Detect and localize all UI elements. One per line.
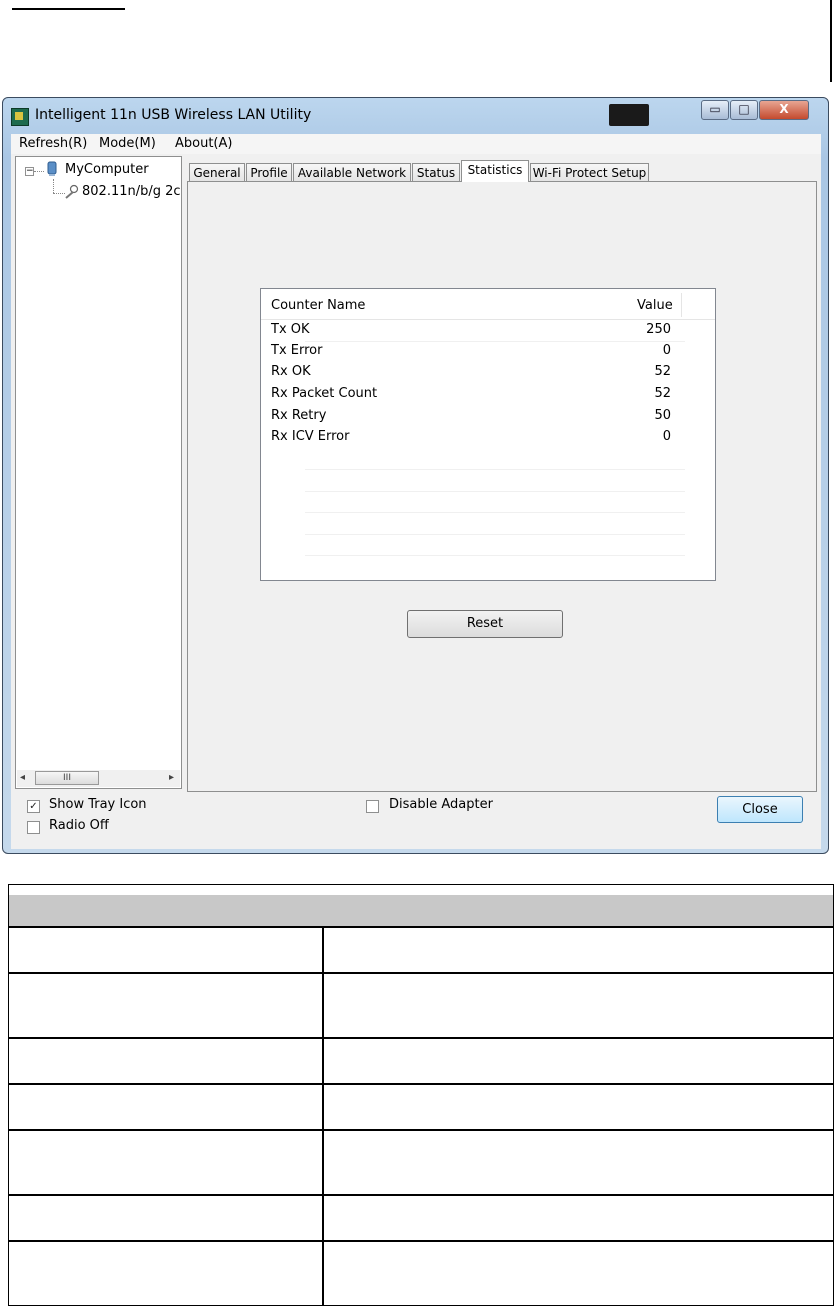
show-tray-icon-checkbox[interactable]: ✓	[27, 800, 40, 813]
window-client-area: Refresh(R) Mode(M) About(A) − MyComputer…	[11, 134, 821, 849]
table-header: Counter Name Value	[261, 289, 715, 320]
scroll-left-icon[interactable]: ◂	[20, 772, 25, 783]
counter-name: Tx Error	[271, 343, 323, 358]
counter-name: Rx Retry	[271, 408, 327, 423]
row-divider	[305, 534, 685, 535]
tab-wifi-protect-setup[interactable]: Wi-Fi Protect Setup	[530, 163, 649, 182]
counter-value: 0	[662, 343, 671, 358]
tree-connector	[34, 171, 44, 172]
disable-adapter-checkbox[interactable]	[366, 800, 379, 813]
maximize-button[interactable]: □	[730, 100, 758, 120]
tab-profile[interactable]: Profile	[246, 163, 292, 182]
tree-connector	[53, 179, 54, 193]
counter-value: 50	[654, 408, 671, 423]
table-row[interactable]: Rx OK 52	[261, 362, 715, 383]
row-divider	[305, 469, 685, 470]
table-row[interactable]: Tx OK 250	[261, 320, 715, 341]
table-header-band	[9, 895, 833, 927]
counter-name: Rx OK	[271, 364, 311, 379]
table-row[interactable]: Rx Packet Count 52	[261, 384, 715, 405]
tab-status[interactable]: Status	[412, 163, 460, 182]
collapse-icon[interactable]: −	[25, 167, 34, 176]
counter-name: Tx OK	[271, 322, 310, 337]
counter-value: 0	[662, 429, 671, 444]
titlebar-artifact	[609, 104, 649, 126]
minimize-button[interactable]: ▭	[701, 100, 729, 120]
counter-value: 52	[654, 386, 671, 401]
table-rule	[9, 1037, 833, 1039]
row-divider	[305, 512, 685, 513]
page-edge-rule	[830, 0, 832, 82]
window-title: Intelligent 11n USB Wireless LAN Utility	[35, 107, 312, 123]
counter-value: 250	[646, 322, 671, 337]
menu-mode[interactable]: Mode(M)	[99, 136, 156, 151]
table-rule	[9, 1083, 833, 1085]
disable-adapter-label[interactable]: Disable Adapter	[389, 797, 493, 812]
menu-about[interactable]: About(A)	[175, 136, 232, 151]
tree-item-adapter[interactable]: 802.11n/b/g 2c	[82, 184, 181, 199]
computer-icon	[47, 161, 57, 176]
tab-general[interactable]: General	[189, 163, 245, 182]
table-rule	[9, 926, 833, 928]
description-table	[8, 884, 834, 1306]
column-divider[interactable]	[681, 293, 682, 317]
menu-bar: Refresh(R) Mode(M) About(A)	[11, 134, 821, 154]
table-rule	[9, 1129, 833, 1131]
table-rule	[9, 1194, 833, 1196]
utility-window: Intelligent 11n USB Wireless LAN Utility…	[2, 97, 829, 854]
radio-off-label[interactable]: Radio Off	[49, 818, 109, 833]
counter-name: Rx ICV Error	[271, 429, 350, 444]
scroll-thumb[interactable]: III	[35, 771, 99, 785]
counter-value: 52	[654, 364, 671, 379]
column-header-value[interactable]: Value	[637, 298, 673, 313]
menu-refresh[interactable]: Refresh(R)	[19, 136, 87, 151]
column-header-counter-name[interactable]: Counter Name	[271, 298, 365, 313]
row-divider	[305, 491, 685, 492]
statistics-panel: Counter Name Value Tx OK 250 Tx Error 0 …	[187, 181, 817, 792]
scroll-right-icon[interactable]: ▸	[169, 772, 174, 783]
tab-available-network[interactable]: Available Network	[293, 163, 411, 182]
window-close-button[interactable]: X	[759, 100, 809, 120]
table-rule	[9, 972, 833, 974]
adapter-tree: − MyComputer 802.11n/b/g 2c ◂ III ▸	[15, 156, 182, 789]
show-tray-icon-label[interactable]: Show Tray Icon	[49, 797, 147, 812]
table-row[interactable]: Rx Retry 50	[261, 406, 715, 427]
table-rule	[9, 1240, 833, 1242]
radio-off-checkbox[interactable]	[27, 821, 40, 834]
close-button[interactable]: Close	[717, 796, 803, 823]
wireless-adapter-icon	[65, 184, 79, 199]
table-row[interactable]: Rx ICV Error 0	[261, 427, 715, 448]
tree-item-mycomputer[interactable]: MyComputer	[65, 162, 149, 177]
top-underline-mark	[12, 0, 125, 10]
tree-horizontal-scrollbar[interactable]: ◂ III ▸	[17, 770, 180, 787]
counter-name: Rx Packet Count	[271, 386, 378, 401]
table-column-rule	[322, 927, 324, 1305]
tab-statistics[interactable]: Statistics	[461, 160, 529, 182]
statistics-table: Counter Name Value Tx OK 250 Tx Error 0 …	[260, 288, 716, 581]
reset-button[interactable]: Reset	[407, 610, 563, 638]
row-divider	[305, 341, 685, 342]
app-icon	[11, 108, 29, 126]
row-divider	[305, 555, 685, 556]
table-row[interactable]: Tx Error 0	[261, 341, 715, 362]
title-bar[interactable]: Intelligent 11n USB Wireless LAN Utility…	[3, 98, 828, 134]
